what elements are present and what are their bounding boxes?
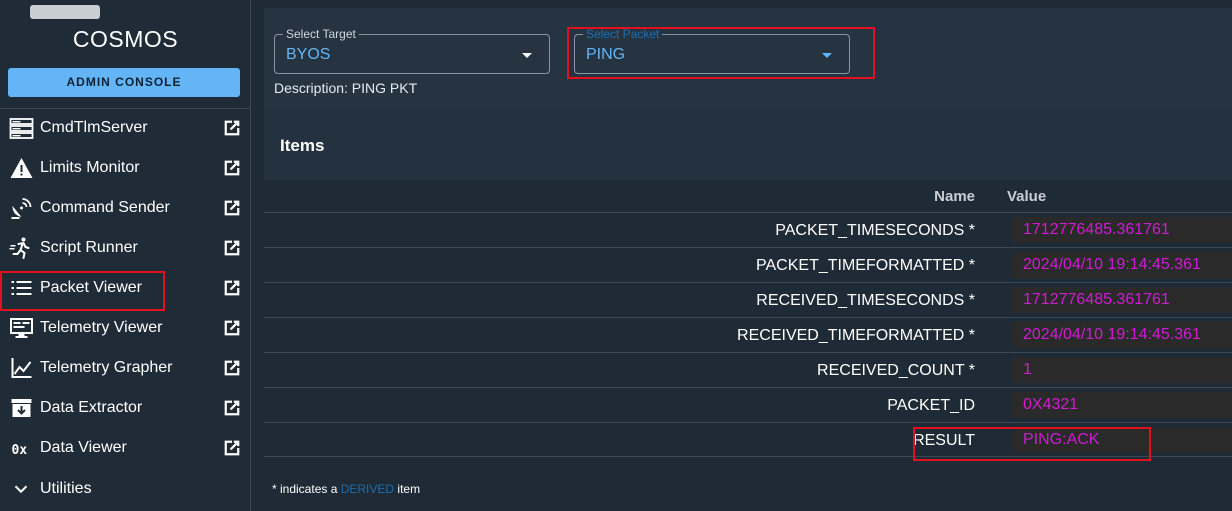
caret-down-icon (822, 53, 832, 58)
table-row: RECEIVED_TIMESECONDS * 1712776485.361761 (264, 282, 1232, 317)
line-chart-icon (11, 358, 32, 378)
table-row: PACKET_ID 0X4321 (264, 387, 1232, 422)
sidebar-item-label: Script Runner (40, 239, 138, 256)
sidebar-item-cmdtlmserver[interactable]: CmdTlmServer (0, 108, 251, 148)
item-value[interactable]: 0X4321 (1012, 392, 1232, 418)
item-name: RECEIVED_TIMEFORMATTED * (737, 327, 975, 344)
footnote-prefix: * indicates a (272, 482, 338, 496)
sidebar-item-data-extractor[interactable]: Data Extractor (0, 388, 251, 428)
item-name: PACKET_ID (887, 397, 975, 414)
open-in-new-icon[interactable] (221, 357, 243, 379)
sidebar-item-label: Limits Monitor (40, 159, 140, 176)
column-header-name[interactable]: Name (934, 188, 975, 205)
packet-selector-bar: Select Target BYOS Select Packet PING De… (264, 8, 1232, 108)
footnote-derived: DERIVED (340, 482, 395, 496)
sidebar-item-label: Telemetry Viewer (40, 319, 163, 336)
running-person-icon (9, 237, 30, 259)
item-name: RECEIVED_COUNT * (817, 362, 975, 379)
svg-text:0x: 0x (12, 443, 28, 458)
sidebar-item-label: Command Sender (40, 199, 170, 216)
table-row: RECEIVED_COUNT * 1 (264, 352, 1232, 387)
item-name: RESULT (913, 432, 975, 449)
select-target-legend: Select Target (283, 27, 359, 41)
sidebar-item-data-viewer[interactable]: 0x Data Viewer (0, 428, 251, 468)
item-name: RECEIVED_TIMESECONDS * (756, 292, 975, 309)
chevron-down-icon (14, 485, 28, 494)
packet-viewer-main: Select Target BYOS Select Packet PING De… (264, 8, 1232, 511)
open-in-new-icon[interactable] (221, 437, 243, 459)
sidebar-item-command-sender[interactable]: Command Sender (0, 188, 251, 228)
monitor-icon (10, 318, 33, 338)
table-header-row: Name Value (264, 180, 1232, 212)
sidebar-item-label: Data Viewer (40, 439, 127, 456)
item-name: PACKET_TIMEFORMATTED * (756, 257, 975, 274)
hex-icon: 0x (12, 443, 28, 458)
archive-download-icon (11, 399, 32, 417)
sidebar-group-utilities[interactable]: Utilities (0, 469, 251, 509)
column-header-value[interactable]: Value (1007, 188, 1046, 205)
sidebar: COSMOS ADMIN CONSOLE CmdTlmServer Limits… (0, 0, 251, 511)
item-value[interactable]: 2024/04/10 19:14:45.361 (1012, 252, 1232, 278)
sidebar-item-limits-monitor[interactable]: Limits Monitor (0, 148, 251, 188)
select-target-value: BYOS (286, 46, 331, 63)
item-name: PACKET_TIMESECONDS * (775, 222, 975, 239)
sidebar-item-label: Telemetry Grapher (40, 359, 173, 376)
sidebar-item-script-runner[interactable]: Script Runner (0, 228, 251, 268)
open-in-new-icon[interactable] (221, 397, 243, 419)
open-in-new-icon[interactable] (221, 117, 243, 139)
items-title: Items (280, 136, 325, 155)
item-value[interactable]: PING:ACK (1012, 427, 1232, 453)
sidebar-item-packet-viewer[interactable]: Packet Viewer (0, 268, 251, 308)
warning-icon (10, 158, 33, 178)
caret-down-icon (522, 53, 532, 58)
sidebar-item-label: Data Extractor (40, 399, 143, 416)
open-in-new-icon[interactable] (221, 317, 243, 339)
footnote-suffix: item (397, 482, 421, 496)
satellite-dish-icon (11, 198, 32, 219)
app-title: COSMOS (72, 26, 179, 52)
item-value[interactable]: 1712776485.361761 (1012, 217, 1232, 243)
select-packet-dropdown[interactable]: Select Packet PING (574, 27, 850, 74)
open-in-new-icon[interactable] (221, 277, 243, 299)
logo (30, 0, 220, 19)
item-value[interactable]: 1712776485.361761 (1012, 287, 1232, 313)
open-in-new-icon[interactable] (221, 157, 243, 179)
table-row: PACKET_TIMEFORMATTED * 2024/04/10 19:14:… (264, 247, 1232, 282)
sidebar-item-telemetry-grapher[interactable]: Telemetry Grapher (0, 348, 251, 388)
table-row: PACKET_TIMESECONDS * 1712776485.361761 (264, 212, 1232, 247)
derived-footnote: * indicates a DERIVED item (272, 482, 420, 496)
sidebar-item-label: CmdTlmServer (40, 119, 148, 136)
items-header: Items (264, 108, 1232, 180)
admin-console-button[interactable]: ADMIN CONSOLE (8, 68, 240, 97)
server-icon (9, 118, 34, 139)
packet-description: Description: PING PKT (274, 80, 418, 96)
item-value[interactable]: 1 (1012, 357, 1232, 383)
select-packet-legend: Select Packet (583, 27, 663, 41)
items-panel: Items Name Value PACKET_TIMESECONDS * 17… (264, 108, 1232, 511)
sidebar-item-label: Utilities (40, 480, 92, 497)
table-row: RESULT PING:ACK (264, 422, 1232, 457)
open-in-new-icon[interactable] (221, 197, 243, 219)
sidebar-item-telemetry-viewer[interactable]: Telemetry Viewer (0, 308, 251, 348)
table-row: RECEIVED_TIMEFORMATTED * 2024/04/10 19:1… (264, 317, 1232, 352)
select-packet-value: PING (586, 46, 626, 63)
item-value[interactable]: 2024/04/10 19:14:45.361 (1012, 322, 1232, 348)
sidebar-item-label: Packet Viewer (40, 279, 142, 296)
list-icon (11, 281, 32, 295)
open-in-new-icon[interactable] (221, 237, 243, 259)
select-target-dropdown[interactable]: Select Target BYOS (274, 27, 550, 74)
